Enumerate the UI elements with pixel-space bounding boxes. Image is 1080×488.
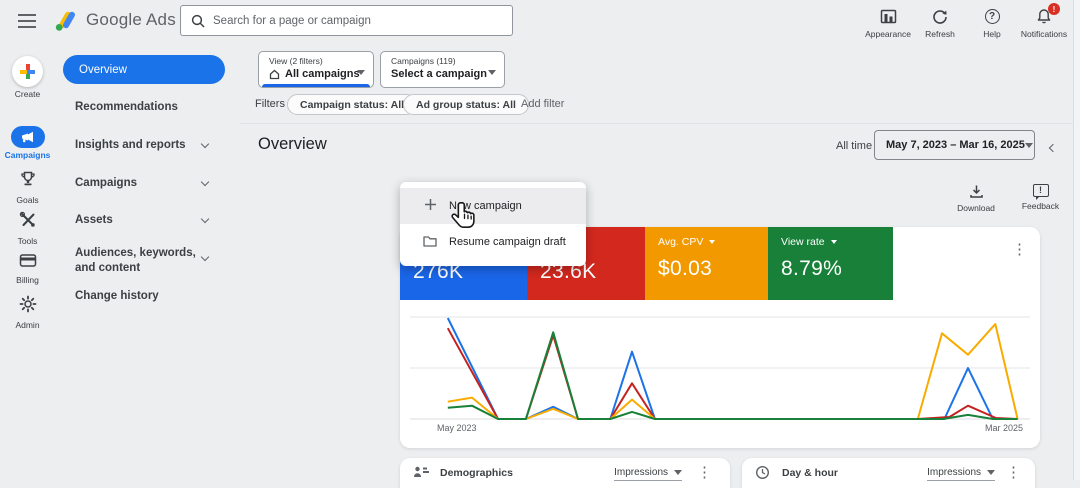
header-divider [240,123,1074,124]
caret-down-icon [831,240,837,244]
demographics-card: Demographics Impressions ⋮ [400,458,730,488]
feedback-button[interactable]: ! Feedback [1013,184,1068,211]
day-hour-card: Day & hour Impressions ⋮ [742,458,1035,488]
card-menu-kebab-icon[interactable]: ⋮ [1012,243,1027,257]
card-menu-kebab-icon[interactable]: ⋮ [697,466,712,480]
create-context-menu: New campaign Resume campaign draft [400,182,586,266]
filters-label: Filters [255,98,285,110]
brand-title: Google Ads [86,10,176,30]
download-icon [969,184,984,199]
collapse-panel-button[interactable] [1050,138,1064,152]
caret-down-icon [709,240,715,244]
filter-chip-campaign-status[interactable]: Campaign status: All [287,94,417,115]
appearance-icon [880,7,897,26]
topbar-actions: Appearance Refresh ? Help ! Notification… [862,7,1070,39]
day-hour-metric-dropdown[interactable]: Impressions [927,467,995,481]
notification-badge: ! [1048,3,1060,15]
series-view-rate-green [448,332,1018,419]
menu-item-resume-campaign-draft[interactable]: Resume campaign draft [400,224,586,260]
caret-down-icon [488,70,496,75]
plus-icon [422,198,438,215]
download-button[interactable]: Download [951,184,1001,213]
rail-item-campaigns[interactable]: Campaigns [0,126,55,160]
create-plus-icon [20,64,35,79]
create-button[interactable]: Create [0,56,55,99]
main-menu-icon[interactable] [18,14,36,28]
rail-item-goals[interactable]: Goals [0,170,55,205]
notifications-button[interactable]: ! Notifications [1018,7,1070,39]
rail-item-billing[interactable]: Billing [0,253,55,285]
performance-line-chart [410,305,1030,431]
demographics-metric-dropdown[interactable]: Impressions [614,467,682,481]
demographics-icon [413,465,429,479]
caret-down-icon [674,470,682,475]
rail-item-admin[interactable]: Admin [0,295,55,330]
sidebar-item-change-history[interactable]: Change history [75,290,225,302]
megaphone-icon [21,131,35,143]
feedback-icon: ! [1033,184,1049,197]
date-range-dropdown[interactable]: May 7, 2023 – Mar 16, 2025 [874,130,1035,160]
series-avg-cpv-orange [448,324,1018,419]
scorecard-view-rate[interactable]: View rate 8.79% [768,227,893,300]
folder-icon [422,234,438,251]
chevron-left-icon [1049,144,1057,152]
global-search[interactable] [180,5,513,36]
sidebar-item-recommendations[interactable]: Recommendations [75,101,225,113]
time-range-label: All time [836,140,872,152]
caret-down-icon [987,470,995,475]
filter-chip-ad-group-status[interactable]: Ad group status: All [403,94,529,115]
series-views-red [448,328,1018,419]
clock-icon [755,465,770,480]
refresh-icon [932,7,948,26]
billing-card-icon [19,253,37,268]
sidebar-item-overview[interactable]: Overview [63,55,225,84]
x-axis-start-label: May 2023 [437,423,477,433]
home-icon [269,69,280,80]
gear-icon [19,295,37,313]
rail-item-tools[interactable]: Tools [0,211,55,246]
menu-item-new-campaign[interactable]: New campaign [400,188,586,224]
sidebar-item-audiences[interactable]: Audiences, keywords, and content [75,246,203,276]
hand-cursor-icon [450,201,480,233]
appearance-button[interactable]: Appearance [862,7,914,39]
trophy-icon [19,170,37,188]
search-input[interactable] [213,15,502,27]
refresh-button[interactable]: Refresh [914,7,966,39]
google-ads-logo-icon [52,8,78,39]
view-filter-dropdown[interactable]: View (2 filters) All campaigns [258,51,374,88]
help-icon: ? [985,7,1000,26]
bell-icon: ! [1036,7,1052,26]
caret-down-icon [357,70,365,75]
campaign-select-dropdown[interactable]: Campaigns (119) Select a campaign [380,51,505,88]
caret-down-icon [1025,143,1033,148]
scorecard-avg-cpv[interactable]: Avg. CPV $0.03 [645,227,768,300]
x-axis-end-label: Mar 2025 [985,423,1023,433]
card-menu-kebab-icon[interactable]: ⋮ [1006,466,1021,480]
search-icon [191,14,205,28]
tools-icon [19,211,37,229]
add-filter-button[interactable]: Add filter [521,98,564,110]
right-edge-strip [1074,0,1080,480]
help-button[interactable]: ? Help [966,7,1018,39]
active-dropdown-underline [262,84,370,87]
page-title: Overview [258,135,327,154]
